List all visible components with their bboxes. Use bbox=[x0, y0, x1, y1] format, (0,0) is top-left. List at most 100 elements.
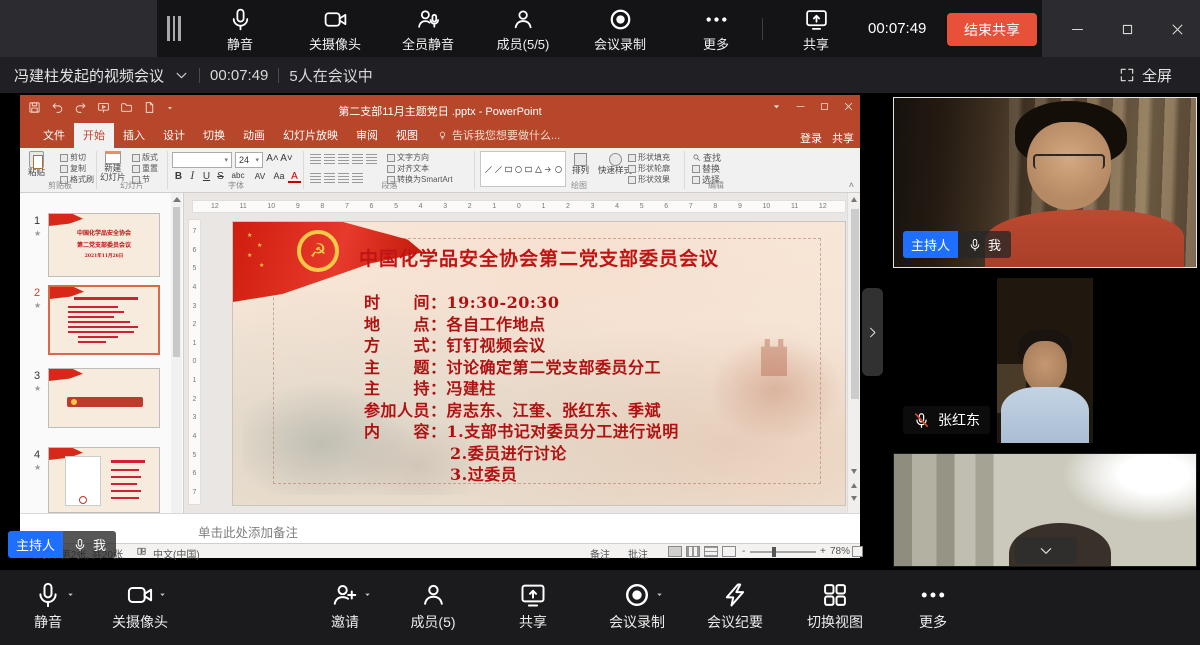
sign-in-button[interactable]: 登录 bbox=[800, 130, 822, 146]
scrollbar-thumb[interactable] bbox=[851, 209, 859, 399]
zoom-in-button[interactable]: + bbox=[820, 546, 826, 557]
slide-canvas[interactable]: ☭ ★ ★ ★ ★ 中国化学品安全协会第二党支部委员会议 时 间：19:30-2… bbox=[233, 222, 845, 505]
font-name-combobox[interactable]: ▾ bbox=[172, 152, 232, 168]
scroll-down-arrow[interactable] bbox=[851, 469, 857, 474]
scroll-up-arrow[interactable] bbox=[851, 197, 857, 202]
slideshow-view-button[interactable] bbox=[722, 546, 736, 557]
scrollbar-thumb[interactable] bbox=[173, 207, 180, 357]
layout-button[interactable]: 版式 bbox=[132, 152, 158, 163]
font-size-combobox[interactable]: 24▾ bbox=[235, 152, 263, 168]
zoom-percentage[interactable]: 78% bbox=[830, 546, 850, 557]
arrange-button[interactable]: 排列 bbox=[572, 153, 589, 175]
reading-view-button[interactable] bbox=[704, 546, 718, 557]
record-button[interactable]: 会议录制 bbox=[609, 570, 665, 645]
share-button[interactable]: 共享 bbox=[519, 570, 547, 645]
slide-thumbnail-2-selected[interactable] bbox=[48, 285, 160, 355]
mute-all-button[interactable]: 全员静音 bbox=[402, 0, 454, 57]
shape-outline-button[interactable]: 形状轮廓 bbox=[628, 163, 670, 174]
meeting-minutes-button[interactable]: 会议纪要 bbox=[707, 570, 763, 645]
camera-off-button[interactable]: 关摄像头 bbox=[112, 570, 168, 645]
chevron-down-icon[interactable] bbox=[174, 68, 189, 83]
bulb-icon bbox=[437, 130, 448, 141]
invite-button[interactable]: 邀请 bbox=[331, 570, 359, 645]
self-video-overlay[interactable]: 主持人 我 bbox=[8, 531, 116, 558]
ppt-titlebar[interactable]: 第二支部11月主题党日 .pptx - PowerPoint bbox=[20, 95, 860, 125]
tab-view[interactable]: 视图 bbox=[387, 123, 427, 148]
video-tile-zhanghongdong[interactable]: 张红东 bbox=[893, 273, 1197, 448]
drag-handle[interactable] bbox=[167, 16, 181, 41]
next-slide-button[interactable] bbox=[851, 496, 857, 501]
quick-styles-button[interactable]: 快速样式 bbox=[598, 153, 632, 175]
record-button[interactable]: 会议录制 bbox=[594, 0, 646, 57]
share-button[interactable]: 共享 bbox=[803, 0, 829, 57]
video-tile-bright[interactable] bbox=[893, 453, 1197, 567]
ppt-close-icon[interactable] bbox=[843, 101, 854, 112]
slide-thumbnail-1[interactable]: 中国化学品安全协会 第二党支部委员会议 2021年11月26日 bbox=[48, 213, 160, 277]
tab-transitions[interactable]: 切换 bbox=[194, 123, 234, 148]
comments-toggle[interactable]: 批注 bbox=[628, 546, 648, 561]
collapse-ribbon-button[interactable]: ˄ bbox=[849, 180, 854, 190]
slide-thumbnail-3[interactable] bbox=[48, 368, 160, 428]
sidebar-toggle-button[interactable] bbox=[862, 288, 883, 376]
scroll-up-arrow[interactable] bbox=[173, 197, 181, 202]
shadow-button[interactable]: abc bbox=[228, 171, 248, 180]
slide-thumbnail-4[interactable] bbox=[48, 447, 160, 513]
members-button[interactable]: 成员(5/5) bbox=[497, 0, 550, 57]
grow-font-button[interactable]: A˄ bbox=[266, 153, 279, 164]
notes-toggle[interactable]: 备注 bbox=[590, 546, 610, 561]
shrink-font-button[interactable]: A˅ bbox=[280, 153, 293, 164]
fit-to-window-button[interactable] bbox=[852, 546, 863, 557]
slide-scrollbar[interactable] bbox=[847, 193, 860, 513]
mute-button[interactable]: 静音 bbox=[227, 0, 253, 57]
more-button[interactable]: 更多 bbox=[703, 0, 729, 57]
ppt-minimize-icon[interactable] bbox=[795, 101, 806, 112]
switch-view-button[interactable]: 切换视图 bbox=[807, 570, 863, 645]
end-share-button[interactable]: 结束共享 bbox=[947, 13, 1037, 46]
camera-caret-icon[interactable] bbox=[158, 590, 167, 599]
camera-off-button[interactable]: 关摄像头 bbox=[309, 0, 361, 57]
video-tile-host[interactable]: 主持人 我 bbox=[893, 97, 1197, 268]
members-button[interactable]: 成员(5) bbox=[410, 570, 455, 645]
slide-sorter-view-button[interactable] bbox=[686, 546, 700, 557]
zoom-out-button[interactable]: - bbox=[742, 546, 745, 557]
minimize-button[interactable] bbox=[1062, 14, 1092, 44]
mute-button[interactable]: 静音 bbox=[34, 570, 62, 645]
thumbnail-scrollbar[interactable] bbox=[171, 193, 182, 545]
ribbon-options-icon[interactable] bbox=[771, 101, 782, 112]
tab-review[interactable]: 审阅 bbox=[347, 123, 387, 148]
tab-design[interactable]: 设计 bbox=[154, 123, 194, 148]
zoom-slider-thumb[interactable] bbox=[772, 547, 776, 557]
invite-caret-icon[interactable] bbox=[363, 590, 372, 599]
tab-slideshow[interactable]: 幻灯片放映 bbox=[274, 123, 347, 148]
new-slide-button[interactable]: 新建 幻灯片 bbox=[100, 151, 126, 183]
ppt-maximize-icon[interactable] bbox=[819, 101, 830, 112]
ruler-number: 6 bbox=[370, 203, 374, 210]
collapse-tiles-button[interactable] bbox=[1015, 537, 1077, 564]
reset-button[interactable]: 重置 bbox=[132, 163, 158, 174]
previous-slide-button[interactable] bbox=[851, 483, 857, 488]
spellcheck-icon[interactable] bbox=[136, 546, 147, 557]
notes-pane[interactable]: 单击此处添加备注 bbox=[20, 513, 860, 543]
normal-view-button[interactable] bbox=[668, 546, 682, 557]
tab-file[interactable]: 文件 bbox=[34, 123, 74, 148]
fullscreen-button[interactable]: 全屏 bbox=[1119, 57, 1172, 93]
list-buttons[interactable] bbox=[310, 154, 377, 164]
tab-insert[interactable]: 插入 bbox=[114, 123, 154, 148]
tell-me-box[interactable]: 告诉我您想要做什么... bbox=[437, 127, 560, 148]
zoom-slider-track[interactable] bbox=[750, 551, 816, 553]
align-text-button[interactable]: 对齐文本 bbox=[387, 163, 429, 174]
more-button[interactable]: 更多 bbox=[919, 570, 947, 645]
tab-home[interactable]: 开始 bbox=[74, 123, 114, 148]
tab-animations[interactable]: 动画 bbox=[234, 123, 274, 148]
text-direction-button[interactable]: 文字方向 bbox=[387, 152, 429, 163]
language-status[interactable]: 中文(中国) bbox=[153, 546, 200, 561]
paste-button[interactable]: 粘贴 bbox=[28, 151, 45, 177]
cut-button[interactable]: 剪切 bbox=[60, 152, 86, 163]
ppt-share-button[interactable]: 共享 bbox=[832, 130, 854, 146]
maximize-button[interactable] bbox=[1112, 14, 1142, 44]
close-button[interactable] bbox=[1162, 14, 1192, 44]
record-caret-icon[interactable] bbox=[655, 590, 664, 599]
copy-button[interactable]: 复制 bbox=[60, 163, 86, 174]
shape-fill-button[interactable]: 形状填充 bbox=[628, 152, 670, 163]
mic-caret-icon[interactable] bbox=[66, 590, 75, 599]
